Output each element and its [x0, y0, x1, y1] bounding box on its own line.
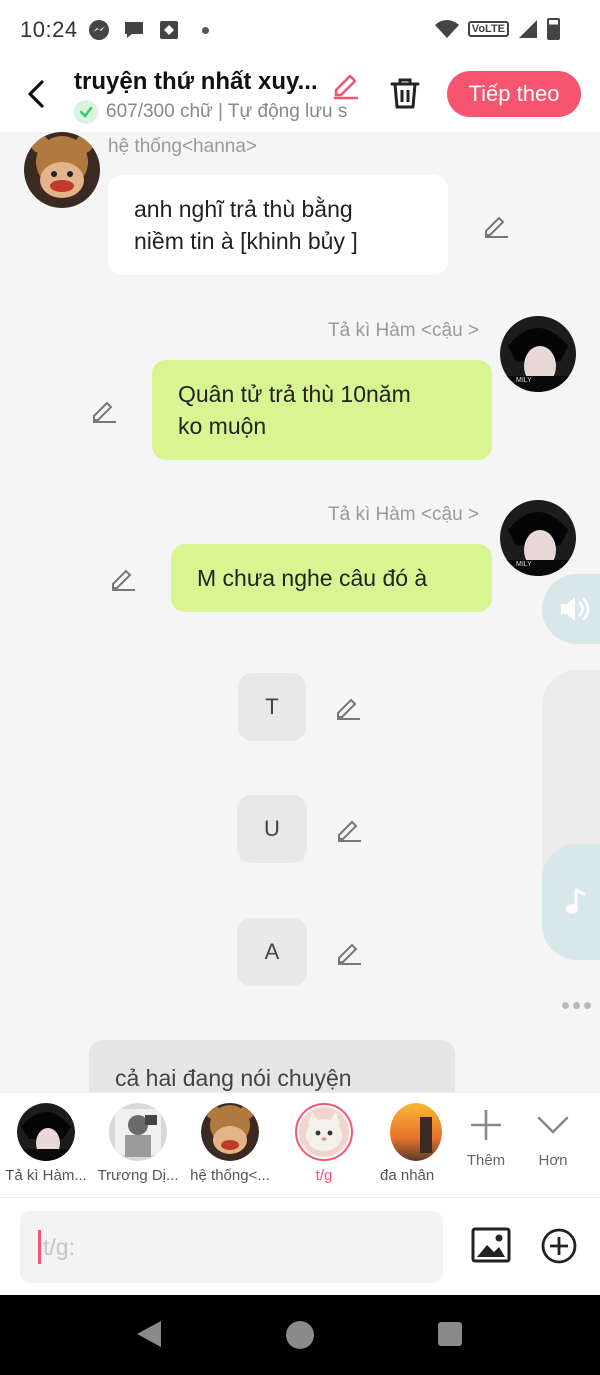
- speaker-icon: [561, 597, 590, 621]
- voice-toggle-button[interactable]: [542, 574, 600, 644]
- story-title[interactable]: truyện thứ nhất xuy...: [74, 68, 326, 96]
- header: truyện thứ nhất xuy... 607/300 chữ | Tự …: [0, 60, 600, 132]
- sender-name: Tả kì Hàm <cậu >: [328, 504, 480, 525]
- message-input-box[interactable]: [20, 1211, 443, 1283]
- word-count: 607/300 chữ | Tự động lưu s: [106, 101, 348, 122]
- message-text: niềm tin à [khinh bủy ]: [134, 228, 358, 254]
- message-bubble[interactable]: Quân tử trả thù 10năm ko muộn: [152, 360, 492, 460]
- plus-icon: [471, 1110, 501, 1140]
- messenger-icon: [88, 20, 109, 40]
- nav-recents-icon[interactable]: [438, 1322, 462, 1346]
- character-label: hệ thống<...: [190, 1167, 270, 1184]
- message-text: U: [264, 816, 280, 841]
- edit-message-icon[interactable]: [482, 211, 510, 239]
- edit-message-icon[interactable]: [335, 938, 363, 966]
- character-he-thong[interactable]: hệ thống<...: [184, 1103, 276, 1184]
- message-text: ko muộn: [178, 413, 267, 439]
- character-label: t/g: [315, 1167, 333, 1184]
- svg-text:MILY: MILY: [516, 561, 532, 568]
- message-text: anh nghĩ trả thù bằng: [134, 196, 353, 222]
- more-options-icon[interactable]: [562, 1002, 591, 1009]
- trash-icon[interactable]: [386, 74, 424, 112]
- avatar-ta-ki-ham[interactable]: MILY: [500, 500, 576, 576]
- composer: [0, 1198, 600, 1295]
- letter-bubble[interactable]: T: [238, 673, 306, 741]
- battery-icon: [547, 18, 560, 40]
- more-label: Hơn: [538, 1152, 568, 1169]
- nav-home-icon[interactable]: [286, 1321, 314, 1349]
- add-circle-icon[interactable]: [540, 1227, 578, 1265]
- signal-icon: [519, 20, 537, 38]
- message-text: cả hai đang nói chuyện: [115, 1065, 352, 1091]
- nav-back-icon[interactable]: [135, 1319, 163, 1349]
- system-nav-bar: [0, 1295, 600, 1375]
- dot-icon: [201, 26, 209, 34]
- status-bar: 10:24 VoLTE: [0, 0, 600, 60]
- edit-message-icon[interactable]: [335, 815, 363, 843]
- volte-icon: VoLTE: [467, 21, 509, 37]
- avatar-he-thong[interactable]: [24, 132, 100, 208]
- game-icon: [159, 21, 178, 39]
- music-button[interactable]: [542, 844, 600, 960]
- chat-area[interactable]: hệ thống<hanna> anh nghĩ trả thù bằng ni…: [0, 132, 600, 1092]
- message-input[interactable]: [43, 1233, 423, 1261]
- add-character-button[interactable]: Thêm: [453, 1107, 519, 1169]
- message-text: Quân tử trả thù 10năm: [178, 381, 411, 407]
- character-label: đa nhân: [380, 1167, 435, 1184]
- save-status: 607/300 chữ | Tự động lưu s: [74, 100, 364, 124]
- sender-name: hệ thống<hanna>: [108, 136, 257, 157]
- edit-message-icon[interactable]: [109, 564, 137, 592]
- chevron-down-icon: [537, 1116, 569, 1134]
- character-label: Tả kì Hàm...: [5, 1167, 87, 1184]
- character-ta-ki-ham[interactable]: Tả kì Hàm...: [0, 1103, 92, 1184]
- edit-title-icon[interactable]: [330, 68, 362, 100]
- message-bubble[interactable]: M chưa nghe câu đó à: [171, 544, 492, 612]
- chat-bubble-icon: [124, 22, 143, 38]
- music-note-icon: [566, 888, 586, 914]
- message-bubble[interactable]: anh nghĩ trả thù bằng niềm tin à [khinh …: [108, 175, 448, 275]
- wifi-icon: [434, 20, 459, 38]
- character-da-nhan[interactable]: đa nhân: [370, 1103, 442, 1184]
- message-text: M chưa nghe câu đó à: [197, 565, 428, 591]
- message-text: T: [265, 694, 279, 719]
- character-bar: Tả kì Hàm... Trương Dị... hệ thống<... t…: [0, 1092, 600, 1198]
- edit-message-icon[interactable]: [334, 693, 362, 721]
- status-time: 10:24: [20, 17, 78, 42]
- add-label: Thêm: [466, 1152, 506, 1169]
- character-tg[interactable]: t/g: [278, 1103, 370, 1184]
- back-arrow-icon[interactable]: [20, 74, 56, 114]
- letter-bubble[interactable]: U: [237, 795, 307, 863]
- sender-name: Tả kì Hàm <cậu >: [328, 320, 480, 341]
- letter-bubble[interactable]: A: [237, 918, 307, 986]
- character-label: Trương Dị...: [97, 1167, 179, 1184]
- check-icon: [74, 100, 98, 124]
- status-right-icons: VoLTE: [434, 18, 560, 40]
- next-button[interactable]: Tiếp theo: [447, 71, 581, 117]
- svg-text:MILY: MILY: [516, 377, 532, 384]
- image-icon[interactable]: [471, 1227, 511, 1263]
- narration-bubble[interactable]: cả hai đang nói chuyện: [89, 1040, 455, 1092]
- edit-message-icon[interactable]: [90, 396, 118, 424]
- avatar-ta-ki-ham[interactable]: MILY: [500, 316, 576, 392]
- text-caret: [38, 1230, 41, 1264]
- status-left-icons: [88, 19, 209, 41]
- message-text: A: [264, 939, 280, 964]
- more-characters-button[interactable]: Hơn: [520, 1107, 586, 1169]
- character-truong-di[interactable]: Trương Dị...: [92, 1103, 184, 1184]
